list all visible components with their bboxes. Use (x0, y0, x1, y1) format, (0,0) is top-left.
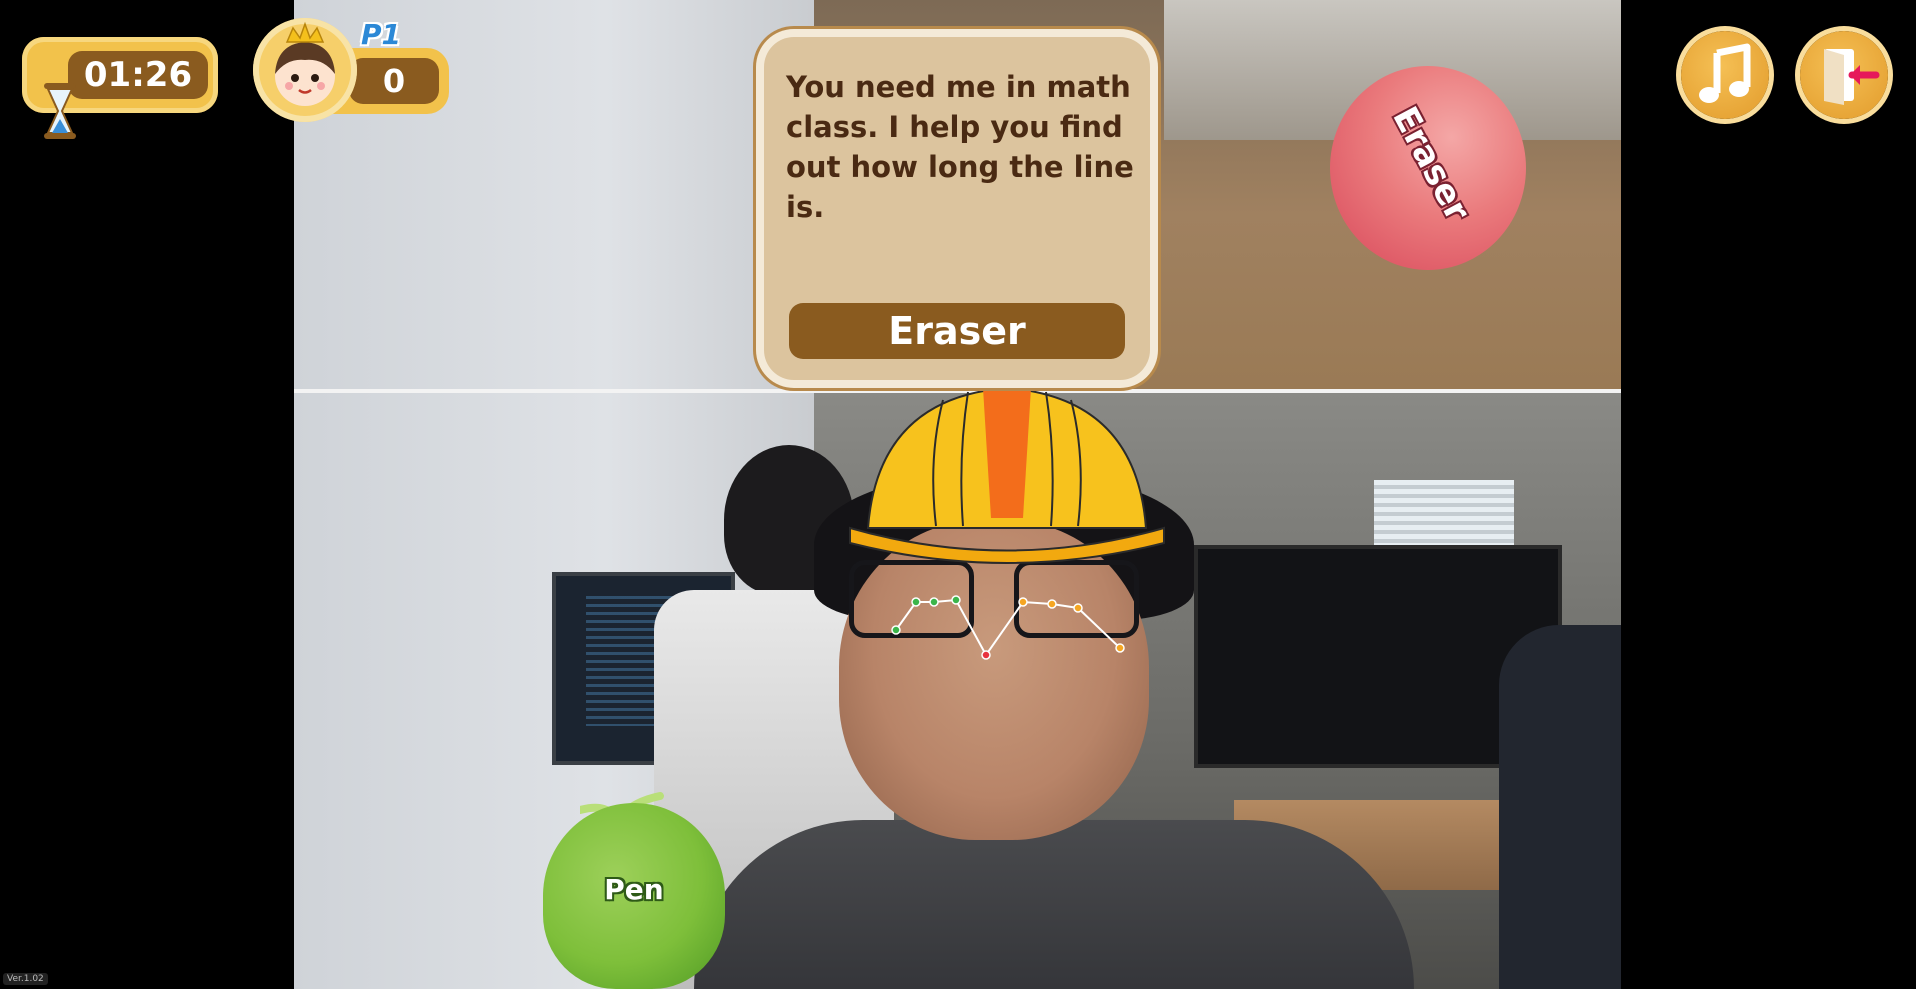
hourglass-icon (44, 83, 76, 139)
window-blinds (1374, 480, 1514, 550)
score-value: 0 (382, 62, 406, 100)
music-note-icon (1699, 43, 1751, 103)
timer-panel: 01:26 (22, 37, 218, 139)
face-landmark-dots (891, 595, 1125, 660)
jacket (1499, 625, 1621, 989)
quiz-card: You need me in math class. I help you fi… (764, 37, 1150, 380)
quiz-question: You need me in math class. I help you fi… (786, 70, 1134, 224)
eraser-ball-label: Eraser (1384, 100, 1478, 228)
music-toggle-button[interactable] (1681, 31, 1769, 119)
player-score-panel: 0 P1 (253, 18, 449, 122)
player-tag: P1 (361, 18, 402, 51)
answer-button[interactable]: Eraser (789, 303, 1125, 359)
exit-door-icon (1824, 49, 1880, 105)
pen-ball-label: Pen (604, 873, 664, 906)
exit-button[interactable] (1800, 31, 1888, 119)
player-shirt (694, 820, 1414, 989)
timer-value: 01:26 (83, 55, 193, 95)
hard-hat-icon (849, 386, 1165, 564)
version-label: Ver.1.02 (3, 973, 48, 985)
pen-answer-ball[interactable]: Pen (543, 803, 725, 989)
player-avatar (253, 18, 357, 122)
eraser-answer-ball[interactable]: Eraser (1330, 66, 1526, 270)
